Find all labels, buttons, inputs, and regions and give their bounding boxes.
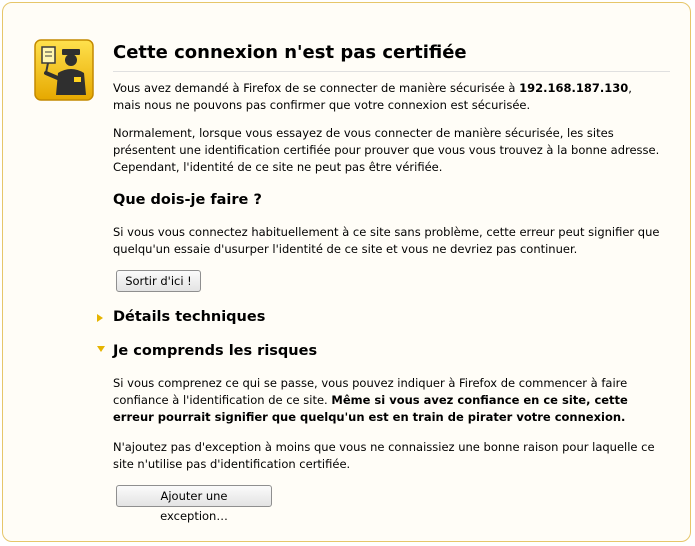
what-to-do-heading: Que dois-je faire ? [113, 192, 262, 208]
risks-text: Si vous comprenez ce qui se passe, vous … [113, 375, 661, 426]
officer-badge-icon [34, 39, 94, 101]
normal-text: Normalement, lorsque vous essayez de vou… [113, 126, 660, 174]
technical-details-toggle[interactable]: Détails techniques [113, 309, 265, 325]
what-to-do-text: Si vous vous connectez habituellement à … [113, 225, 660, 256]
intro-text: Vous avez demandé à Firefox de se connec… [113, 80, 661, 114]
add-exception-button[interactable]: Ajouter une exception… [116, 485, 272, 523]
get-me-out-button[interactable]: Sortir d'ici ! [116, 270, 201, 292]
exception-warning-text: N'ajoutez pas d'exception à moins que vo… [113, 440, 655, 471]
triangle-down-icon[interactable] [97, 346, 105, 352]
understand-risks-toggle[interactable]: Je comprends les risques [113, 343, 317, 359]
page-title: Cette connexion n'est pas certifiée [113, 42, 670, 72]
triangle-right-icon[interactable] [97, 314, 103, 322]
host-address: 192.168.187.130 [519, 81, 629, 95]
intro-text-before: Vous avez demandé à Firefox de se connec… [113, 81, 520, 95]
